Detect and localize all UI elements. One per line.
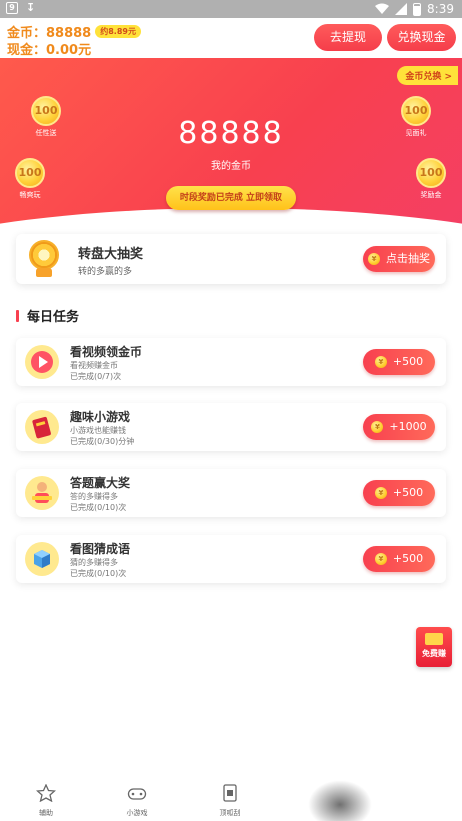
app-screen: 9 ↧ 8:39 金币：88888 约8.89元 现金：0.00元 去提现 兑换…: [0, 0, 462, 821]
coin-icon: ¥: [368, 253, 380, 265]
coin-icon: ¥: [374, 487, 387, 499]
person-icon: [32, 482, 52, 503]
app-notification-icon: 9: [6, 2, 18, 14]
coin-hero: 金币兑换 > 100 任性送 100 畅爽玩 100 见面礼 100 奖励金 8…: [0, 58, 462, 260]
status-left: 9 ↧: [6, 2, 35, 14]
star-icon: [35, 783, 57, 803]
prize-wheel-icon: [27, 240, 61, 278]
task-card-minigame: 趣味小游戏 小游戏也能赚钱 已完成(0/30)分钟 ¥ +1000: [16, 403, 446, 451]
task-title: 答题赢大奖: [70, 476, 131, 490]
nav-item-assist[interactable]: 辅助: [16, 783, 76, 818]
nav-label: 顶呱刮: [219, 809, 241, 817]
task-reward-label: +1000: [389, 420, 427, 433]
task-reward-button[interactable]: ¥ +500: [363, 349, 435, 375]
bubble-label: 畅爽玩: [19, 191, 41, 199]
envelope-label: 免费赚: [422, 649, 446, 658]
task-progress: 已完成(0/7)次: [70, 372, 122, 381]
lottery-subtitle: 转的多赢的多: [78, 267, 133, 277]
game-book-icon: [25, 410, 59, 444]
task-title: 看视频领金币: [70, 345, 143, 359]
book-icon: [32, 416, 51, 439]
bottom-nav: 辅助 小游戏 顶呱刮: [0, 780, 462, 821]
wheel-base: [36, 268, 52, 277]
section-accent-bar: [16, 309, 19, 322]
task-progress: 已完成(0/10)次: [70, 569, 127, 578]
free-earn-envelope[interactable]: 免费赚: [416, 627, 452, 667]
task-title: 趣味小游戏: [70, 410, 131, 424]
task-reward-button[interactable]: ¥ +1000: [363, 414, 435, 440]
status-bar: 9 ↧ 8:39: [0, 0, 462, 18]
play-icon: [31, 351, 53, 373]
cash-balance-text: 现金：0.00元: [7, 43, 92, 58]
video-play-icon: [25, 345, 59, 379]
cube-icon: [34, 550, 50, 568]
task-progress: 已完成(0/10)次: [70, 503, 127, 512]
download-icon: ↧: [26, 1, 36, 14]
scratch-card-icon: [223, 784, 237, 802]
battery-icon: [413, 2, 422, 16]
daily-tasks-heading: 每日任务: [16, 306, 79, 325]
approx-value-badge: 约8.89元: [95, 25, 141, 38]
nav-item-scratch[interactable]: 顶呱刮: [200, 784, 260, 818]
idiom-cube-icon: [25, 542, 59, 576]
task-card-idiom: 看图猜成语 猜的多赚得多 已完成(0/10)次 ¥ +500: [16, 535, 446, 583]
task-desc: 看视频赚金币: [70, 361, 118, 370]
coin-icon: ¥: [374, 553, 387, 565]
task-desc: 答的多赚得多: [70, 492, 118, 501]
coin-icon: ¥: [371, 421, 384, 433]
wifi-icon: [375, 3, 390, 14]
coin-exchange-badge[interactable]: 金币兑换 >: [397, 66, 458, 85]
nav-item-obscured[interactable]: [308, 780, 372, 821]
task-title: 看图猜成语: [70, 542, 131, 556]
task-desc: 小游戏也能赚钱: [70, 426, 126, 435]
task-desc: 猜的多赚得多: [70, 558, 118, 567]
task-progress: 已完成(0/30)分钟: [70, 437, 135, 446]
daily-tasks-title: 每日任务: [27, 310, 80, 325]
nav-label: 小游戏: [126, 809, 148, 817]
exchange-cash-button[interactable]: 兑换现金: [387, 24, 456, 51]
signal-icon: [395, 3, 408, 15]
coin-icon: ¥: [374, 356, 387, 368]
lottery-card: 转盘大抽奖 转的多赢的多 ¥ 点击抽奖: [16, 234, 446, 284]
status-time: 8:39: [427, 2, 454, 16]
envelope-icon: [425, 633, 443, 645]
gamepad-icon: [127, 788, 147, 800]
task-card-video: 看视频领金币 看视频赚金币 已完成(0/7)次 ¥ +500: [16, 338, 446, 386]
task-card-quiz: 答题赢大奖 答的多赚得多 已完成(0/10)次 ¥ +500: [16, 469, 446, 517]
task-reward-button[interactable]: ¥ +500: [363, 480, 435, 506]
wheel-disc: [29, 240, 59, 270]
nav-label: 辅助: [39, 809, 53, 817]
withdraw-button[interactable]: 去提现: [314, 24, 382, 51]
status-right: 8:39: [375, 1, 454, 17]
claim-reward-button[interactable]: 时段奖励已完成 立即领取: [166, 186, 296, 210]
quiz-person-icon: [25, 476, 59, 510]
coin-total-label: 我的金币: [211, 161, 251, 172]
task-reward-button[interactable]: ¥ +500: [363, 546, 435, 572]
task-reward-label: +500: [392, 486, 424, 499]
lottery-title: 转盘大抽奖: [78, 247, 144, 262]
lottery-draw-button[interactable]: ¥ 点击抽奖: [363, 246, 435, 272]
lottery-button-label: 点击抽奖: [386, 252, 430, 265]
coin-total: 88888: [178, 116, 284, 151]
task-reward-label: +500: [392, 355, 424, 368]
wallet-header: 金币：88888 约8.89元 现金：0.00元 去提现 兑换现金: [0, 18, 462, 58]
bubble-label: 奖励金: [420, 191, 442, 199]
task-reward-label: +500: [392, 552, 424, 565]
nav-item-minigame[interactable]: 小游戏: [107, 784, 167, 818]
